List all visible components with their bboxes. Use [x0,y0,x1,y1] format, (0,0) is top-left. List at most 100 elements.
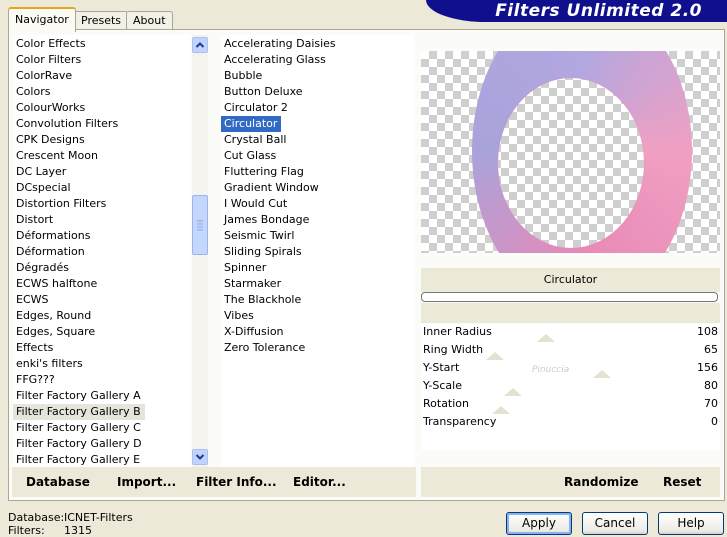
param-label: Y-Start [423,361,460,374]
cancel-button[interactable]: Cancel [582,512,648,535]
import-button[interactable]: Import... [117,475,176,489]
category-item[interactable]: FFG??? [13,372,191,388]
param-value: 108 [697,325,718,338]
category-item[interactable]: Color Filters [13,52,191,68]
filter-item[interactable]: Seismic Twirl [221,228,414,244]
filter-item[interactable]: Gradient Window [221,180,414,196]
filter-item[interactable]: James Bondage [221,212,414,228]
param-toolbar: Randomize Reset [421,467,720,497]
filter-item[interactable]: Sliding Spirals [221,244,414,260]
category-item[interactable]: Filter Factory Gallery D [13,436,191,452]
category-item[interactable]: Crescent Moon [13,148,191,164]
reset-button[interactable]: Reset [663,475,701,489]
category-item[interactable]: ColourWorks [13,100,191,116]
param-label: Inner Radius [423,325,492,338]
tab-presets[interactable]: Presets [74,11,129,30]
spacer [421,303,720,323]
category-item[interactable]: Filter Factory Gallery C [13,420,191,436]
category-item[interactable]: ECWS halftone [13,276,191,292]
category-item[interactable]: Filter Factory Gallery E [13,452,191,467]
filter-item[interactable]: Zero Tolerance [221,340,414,356]
category-item[interactable]: enki's filters [13,356,191,372]
param-value: 65 [704,343,718,356]
category-item[interactable]: Déformation [13,244,191,260]
filter-title: Circulator [543,273,598,286]
param-label: Y-Scale [423,379,462,392]
param-slider[interactable]: Rotation 70 [421,396,720,419]
filter-item[interactable]: Accelerating Daisies [221,36,414,52]
banner-title: Filters Unlimited 2.0 [495,1,702,21]
randomize-button[interactable]: Randomize [564,475,638,489]
filter-item[interactable]: Accelerating Glass [221,52,414,68]
filter-item[interactable]: Cut Glass [221,148,414,164]
param-slider[interactable]: Y-Start 156 [421,360,720,383]
category-item[interactable]: ColorRave [13,68,191,84]
title-banner: Filters Unlimited 2.0 [426,0,727,22]
category-item[interactable]: Edges, Square [13,324,191,340]
apply-button[interactable]: Apply [506,512,572,535]
ring-center [498,78,644,248]
category-item[interactable]: Distort [13,212,191,228]
param-slider[interactable]: Inner Radius 108 [421,324,720,347]
scroll-up-button[interactable] [192,37,208,53]
category-item[interactable]: Edges, Round [13,308,191,324]
category-item[interactable]: Dégradés [13,260,191,276]
filters-label: Filters: [8,524,45,537]
category-item[interactable]: Color Effects [13,36,191,52]
scroll-down-button[interactable] [192,449,208,465]
database-button[interactable]: Database [26,475,90,489]
param-value: 0 [711,415,718,428]
filter-item[interactable]: Bubble [221,68,414,84]
progress-bar [421,292,718,302]
param-value: 70 [704,397,718,410]
filter-item[interactable]: Vibes [221,308,414,324]
filter-list[interactable]: Accelerating Daisies Accelerating Glass Bu… [221,35,414,467]
filter-item[interactable]: Circulator [221,116,282,132]
tab-label: Navigator [15,13,69,26]
filter-item[interactable]: Button Deluxe [221,84,414,100]
tab-label: About [133,14,166,27]
category-scrollbar[interactable] [192,35,208,467]
category-item[interactable]: Déformations [13,228,191,244]
filters-status: Filters: 1315 [8,524,92,537]
category-item[interactable]: ECWS [13,292,191,308]
category-item[interactable]: DC Layer [13,164,191,180]
scroll-thumb[interactable] [192,195,208,255]
watermark: Pinuccia [532,365,569,375]
grip-icon [197,220,203,231]
filter-item[interactable]: Crystal Ball [221,132,414,148]
param-label: Transparency [423,415,497,428]
category-item[interactable]: Convolution Filters [13,116,191,132]
filters-count: 1315 [64,524,92,537]
filter-item[interactable]: Starmaker [221,276,414,292]
tab-navigator[interactable]: Navigator [8,7,76,32]
category-item[interactable]: Filter Factory Gallery B [13,404,145,420]
filter-item[interactable]: Fluttering Flag [221,164,414,180]
tab-about[interactable]: About [126,11,173,30]
category-item[interactable]: Effects [13,340,191,356]
help-button[interactable]: Help [658,512,724,535]
param-label: Ring Width [423,343,484,356]
param-label: Rotation [423,397,470,410]
watermark-text: Pinuccia [532,365,570,375]
filter-info-button[interactable]: Filter Info... [196,475,277,489]
param-slider[interactable]: Y-Scale 80 [421,378,720,401]
category-item[interactable]: CPK Designs [13,132,191,148]
filter-item[interactable]: Spinner [221,260,414,276]
filter-preview [421,51,720,253]
category-list[interactable]: Color Effects Color Filters ColorRave Color… [13,35,191,467]
category-item[interactable]: Distortion Filters [13,196,191,212]
filter-item[interactable]: The Blackhole [221,292,414,308]
param-value: 156 [697,361,718,374]
param-slider[interactable]: Ring Width 65 [421,342,720,365]
param-slider[interactable]: Transparency 0 [421,414,720,437]
category-item[interactable]: Colors [13,84,191,100]
filter-item[interactable]: I Would Cut [221,196,414,212]
filter-item[interactable]: Circulator 2 [221,100,414,116]
category-item[interactable]: DCspecial [13,180,191,196]
filter-item[interactable]: X-Diffusion [221,324,414,340]
chevron-up-icon [195,42,205,48]
param-slider-empty [421,432,720,450]
category-item[interactable]: Filter Factory Gallery A [13,388,191,404]
editor-button[interactable]: Editor... [293,475,346,489]
